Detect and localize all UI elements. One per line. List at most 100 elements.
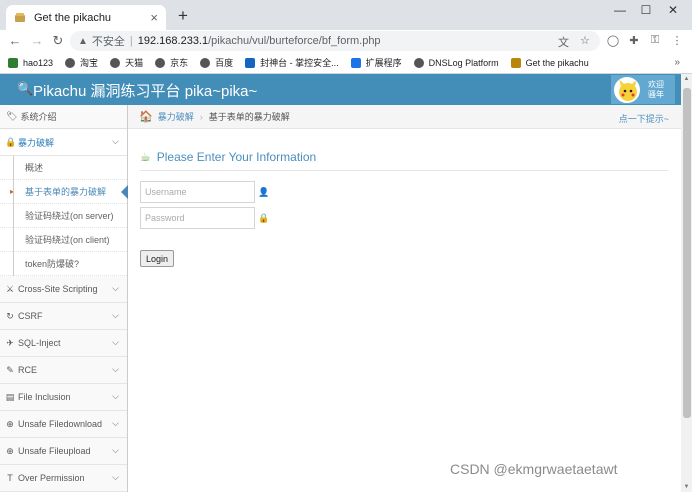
pikachu-favicon-icon [510,57,521,68]
sidebar-section-label: SQL-Inject [18,338,61,348]
welcome-line: 欢迎 [648,79,664,89]
warning-icon: ▲ [78,35,88,47]
reload-button[interactable]: ↻ [50,33,66,49]
key-icon[interactable]: ⚿ [648,34,662,47]
puzzle-icon[interactable]: ✚ [627,34,641,47]
star-icon[interactable]: ☆ [580,34,590,47]
sidebar-section-bruteforce[interactable]: 🔒 暴力破解 ⌵ [0,129,127,156]
sidebar-section-file-inclusion[interactable]: ▤ File Inclusion ⌵ [0,384,127,411]
upload-icon: ⊕ [6,445,14,456]
form-divider [140,170,668,171]
globe-icon [155,57,166,68]
sidebar-section-sqli[interactable]: ✈ SQL-Inject ⌵ [0,330,127,357]
tab-close-icon[interactable]: × [150,10,158,25]
fengshentai-icon [245,57,256,68]
scrollbar[interactable]: ▲ ▼ [681,74,692,492]
app-title[interactable]: Pikachu 漏洞练习平台 pika~pika~ [33,80,257,101]
insecure-label: 不安全 [91,36,125,48]
sidebar-section-label: CSRF [18,311,43,321]
address-bar[interactable]: ▲ 不安全 | 192.168.233.1/pikachu/vul/burtef… [70,31,600,51]
sidebar-section-rce[interactable]: ✎ RCE ⌵ [0,357,127,384]
browser-tab[interactable]: Get the pikachu × [6,5,166,30]
sidebar-section-label: Unsafe Filedownload [18,419,103,429]
login-button[interactable]: Login [140,250,174,267]
breadcrumb-current: 基于表单的暴力破解 [208,112,290,122]
bookmark-taobao[interactable]: 淘宝 [65,56,98,69]
avatar [614,76,640,103]
refresh-icon: ↻ [6,310,14,321]
sword-icon: ⚔ [5,283,15,294]
user-menu[interactable]: 欢迎 骚年 [611,75,675,104]
hint-link[interactable]: 点一下提示~ [619,112,669,125]
form-title-text: Please Enter Your Information [156,150,317,164]
chevron-down-icon: ⌵ [112,310,119,320]
sidebar-item-label: 验证码绕过(on server) [25,211,114,221]
breadcrumb-separator: › [199,111,203,122]
bookmark-jd[interactable]: 京东 [155,56,188,69]
sidebar-section-label: 暴力破解 [18,137,55,148]
chevron-down-icon: ⌵ [112,337,119,347]
bookmark-baidu[interactable]: 百度 [200,56,233,69]
home-icon[interactable]: 🏠 [139,110,153,123]
welcome-line: 骚年 [648,89,664,99]
scroll-down-icon[interactable]: ▼ [681,482,692,492]
sidebar-item-form-bruteforce[interactable]: 基于表单的暴力破解 [0,180,128,204]
sidebar-item-label: 验证码绕过(on client) [25,235,110,245]
extension-circle-icon[interactable]: ◯ [606,34,620,47]
scrollbar-thumb[interactable] [683,88,691,418]
close-window-button[interactable]: ✕ [663,3,683,17]
bookmark-fengshentai[interactable]: 封神台 - 掌控安全... [245,56,339,69]
sidebar-item-label: 概述 [25,163,44,173]
chevron-down-icon: ⌵ [112,418,119,428]
bookmark-extensions[interactable]: 扩展程序 [350,56,402,69]
bookmark-label: 淘宝 [80,58,99,68]
url-host: 192.168.233.1 [137,35,209,47]
pikachu-favicon-icon [15,12,25,22]
sidebar-section-label: Unsafe Fileupload [18,446,91,456]
hao123-icon [8,57,18,68]
bookmarks-more-icon[interactable]: » [674,57,680,68]
minimize-button[interactable]: — [610,3,630,17]
password-input[interactable] [140,207,255,229]
username-input[interactable] [140,181,255,203]
bookmark-label: 扩展程序 [365,58,402,68]
new-tab-button[interactable]: + [174,6,192,26]
sidebar-item-intro[interactable]: 🏷 系统介绍 [0,105,127,129]
browser-tab-bar: Get the pikachu × + — ☐ ✕ [0,0,692,30]
back-button[interactable]: ← [7,33,23,48]
chevron-down-icon: ⌵ [112,472,119,482]
bookmark-label: DNSLog Platform [428,57,499,68]
maximize-button[interactable]: ☐ [636,3,656,17]
bookmark-label: 京东 [170,58,189,68]
bookmark-dnslog[interactable]: DNSLog Platform [413,57,499,68]
sidebar-item-overview[interactable]: 概述 [0,156,127,180]
bookmark-hao123[interactable]: hao123 [8,57,53,68]
key-icon: 🔍 [17,81,34,96]
forward-button[interactable]: → [29,33,45,48]
welcome-text: 欢迎 骚年 [648,80,664,100]
scroll-up-icon[interactable]: ▲ [681,74,692,84]
url-path: /pikachu/vul/burteforce/bf_form.php [208,35,381,47]
sidebar-item-token[interactable]: token防爆破? [0,252,127,276]
sidebar-section-over-permission[interactable]: T Over Permission ⌵ [0,465,127,492]
sidebar-section-fileupload[interactable]: ⊕ Unsafe Fileupload ⌵ [0,438,127,465]
sidebar-item-captcha-server[interactable]: 验证码绕过(on server) [0,204,127,228]
translate-icon[interactable]: 文 [558,34,569,50]
globe-icon [65,57,76,68]
app-header: 🔍 Pikachu 漏洞练习平台 pika~pika~ 欢迎 骚年 [0,74,681,105]
sidebar-section-xss[interactable]: ⚔ Cross-Site Scripting ⌵ [0,276,127,303]
bookmark-tmall[interactable]: 天猫 [110,56,143,69]
sidebar-section-csrf[interactable]: ↻ CSRF ⌵ [0,303,127,330]
sidebar-item-captcha-client[interactable]: 验证码绕过(on client) [0,228,127,252]
submenu-guide-line [13,156,14,276]
bookmark-label: 封神台 - 掌控安全... [260,58,339,68]
download-icon: ⊕ [6,418,14,429]
bookmarks-bar: hao123 淘宝 天猫 京东 百度 封神台 - 掌控安全... 扩展程序 DN… [0,52,692,74]
menu-icon[interactable]: ⋮ [670,34,684,47]
file-icon: ▤ [5,391,15,402]
sidebar-section-filedownload[interactable]: ⊕ Unsafe Filedownload ⌵ [0,411,127,438]
chevron-down-icon: ⌵ [112,136,119,146]
pikachu-avatar-icon [619,78,637,101]
breadcrumb-link[interactable]: 暴力破解 [158,110,194,123]
bookmark-pikachu[interactable]: Get the pikachu [510,57,589,68]
